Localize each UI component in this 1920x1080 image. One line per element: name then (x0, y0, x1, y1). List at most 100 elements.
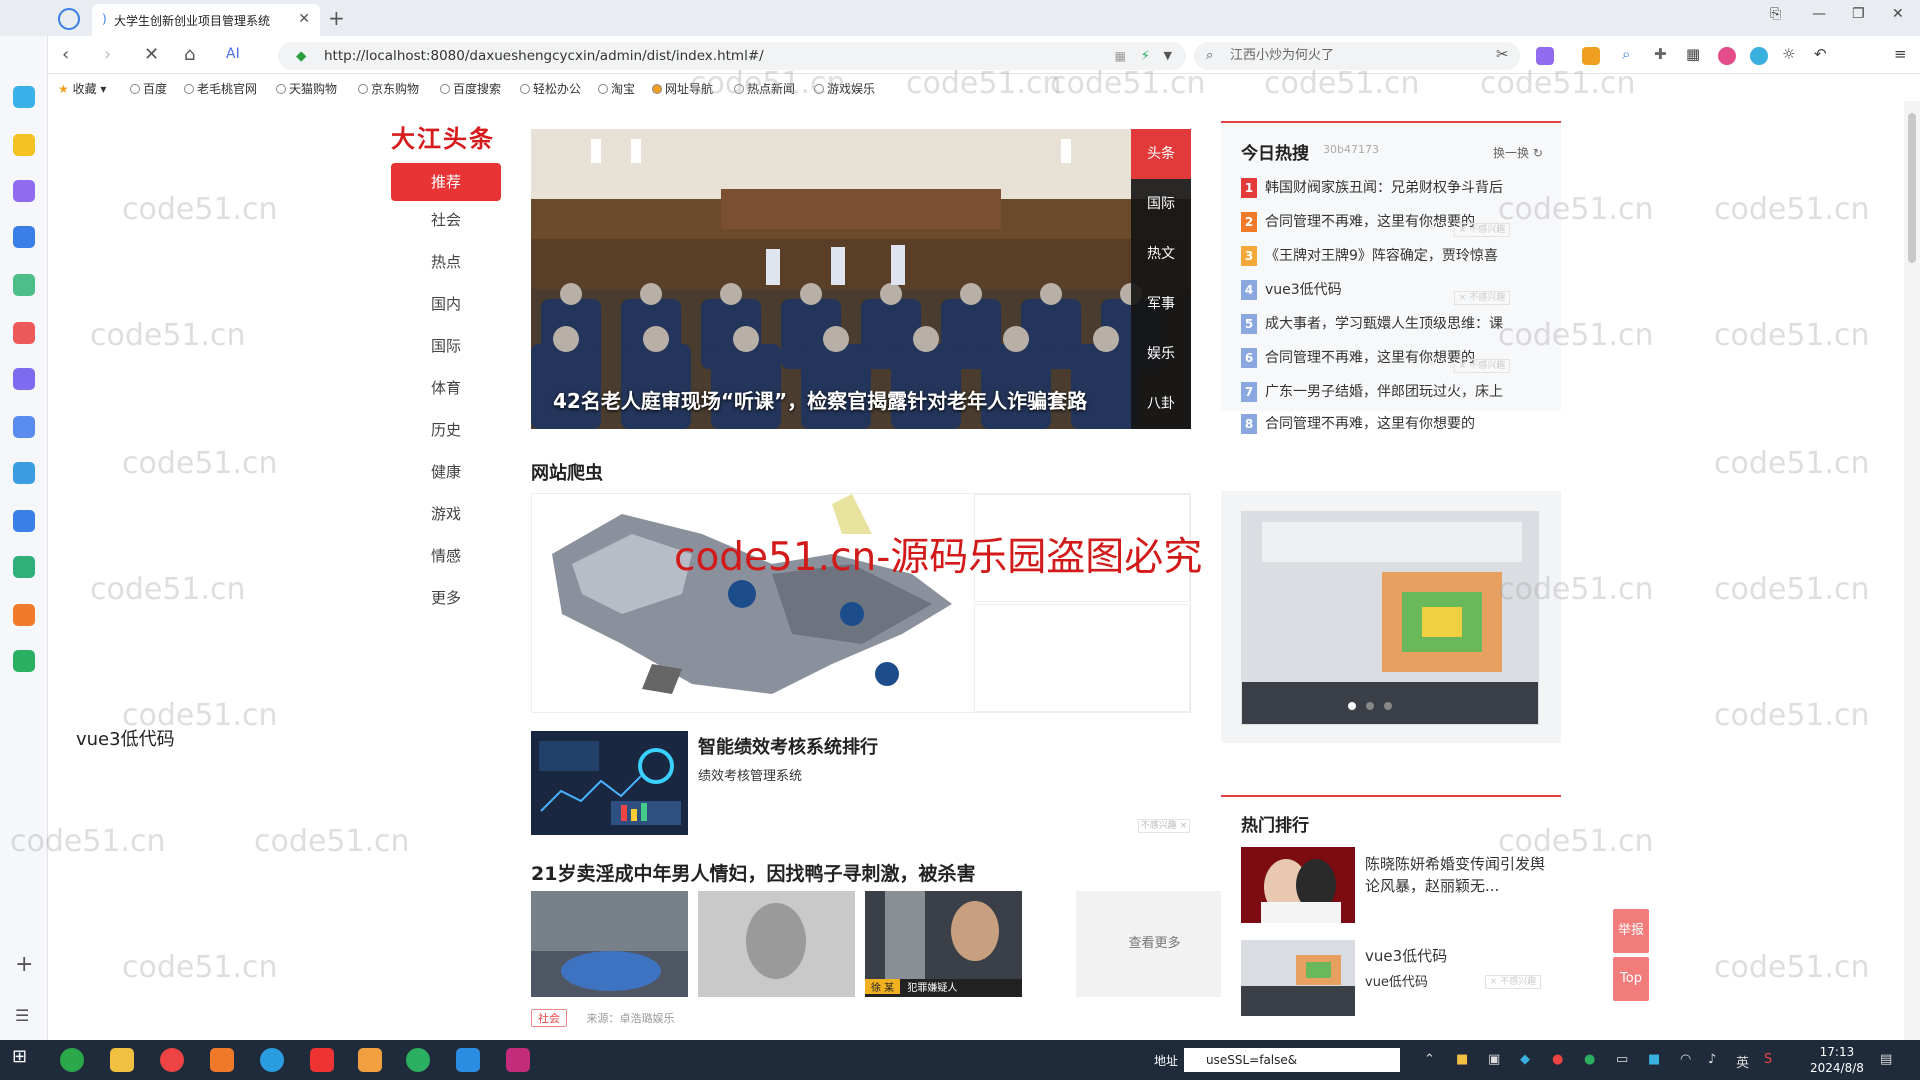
file-explorer-icon[interactable] (110, 1048, 134, 1072)
channel-sports[interactable]: 体育 (391, 369, 501, 407)
translate-icon[interactable] (13, 510, 35, 532)
shield-icon[interactable] (1582, 47, 1600, 65)
bookmark-item[interactable]: 轻松办公 (520, 80, 581, 97)
ranking-image[interactable] (1241, 847, 1355, 923)
tray-icon[interactable]: ◆ (1520, 1052, 1530, 1067)
chevron-up-icon[interactable]: ⌃ (1424, 1052, 1435, 1067)
windows-start-icon[interactable]: ⊞ (12, 1046, 36, 1070)
hot-item[interactable]: 1 韩国财阀家族丑闻：兄弟财权争斗背后 (1241, 177, 1551, 201)
close-window-icon[interactable]: ✕ (1892, 6, 1904, 22)
video-icon[interactable] (13, 368, 35, 390)
article-image[interactable] (698, 891, 855, 997)
pdf-icon[interactable] (13, 322, 35, 344)
bookmark-favorites[interactable]: ★ 收藏 ▾ (58, 80, 106, 97)
scrollbar-thumb[interactable] (1908, 113, 1916, 263)
volume-icon[interactable]: ♪ (1708, 1052, 1716, 1067)
refresh-button[interactable]: 换一换 ↻ (1493, 144, 1543, 161)
chevron-down-icon[interactable]: ▼ (1164, 42, 1172, 70)
image-icon[interactable] (13, 274, 35, 296)
bookmark-item[interactable]: 游戏娱乐 (814, 80, 875, 97)
clock[interactable]: 17:13 2024/8/8 (1810, 1044, 1864, 1076)
wifi-icon[interactable]: ◠ (1680, 1052, 1691, 1067)
weibo-icon[interactable] (13, 604, 35, 626)
address-input[interactable]: useSSL=false& (1184, 1048, 1400, 1072)
forward-icon[interactable]: › (104, 44, 111, 65)
brightness-icon[interactable]: ☼ (1782, 45, 1800, 63)
carousel-tab-international[interactable]: 国际 (1131, 179, 1191, 229)
ranking-image[interactable] (1241, 940, 1355, 1016)
edge-icon[interactable] (260, 1048, 284, 1072)
hot-item[interactable]: 8 合同管理不再难，这里有你想要的 (1241, 413, 1551, 437)
bookmark-item[interactable]: 百度搜索 (440, 80, 501, 97)
channel-society[interactable]: 社会 (391, 201, 501, 239)
ai-assistant-icon[interactable]: AI (226, 46, 240, 62)
channel-health[interactable]: 健康 (391, 453, 501, 491)
editor-icon[interactable] (456, 1048, 480, 1072)
channel-international[interactable]: 国际 (391, 327, 501, 365)
ai-writer-icon[interactable] (13, 226, 35, 248)
article-image[interactable]: 徐 某 犯罪嫌疑人 (865, 891, 1022, 997)
category-tag[interactable]: 社会 (531, 1009, 567, 1027)
wechat-tray-icon[interactable]: ● (1584, 1052, 1595, 1067)
ai-icon[interactable] (13, 180, 35, 202)
add-icon[interactable]: + (15, 952, 33, 977)
pin-icon[interactable]: ⎘ (1770, 6, 1781, 22)
reader-icon[interactable]: ▦ (1115, 42, 1126, 70)
puzzle-icon[interactable]: ✚ (1654, 45, 1672, 63)
hot-item[interactable]: 3 《王牌对王牌9》阵容确定，贾玲惊喜 (1241, 245, 1551, 269)
cut-icon[interactable]: ✂ (1496, 45, 1514, 63)
headline-carousel[interactable]: 42名老人庭审现场“听课”，检察官揭露针对老年人诈骗套路 (531, 129, 1191, 429)
dislike-button[interactable]: × 不感兴趣 (1454, 223, 1510, 237)
tray-icon[interactable]: ● (1552, 1052, 1563, 1067)
browser-tab[interactable]: ) 大学生创新创业项目管理系统 ✕ (92, 4, 320, 36)
channel-domestic[interactable]: 国内 (391, 285, 501, 323)
idea-icon[interactable] (506, 1048, 530, 1072)
sync-icon[interactable] (1750, 47, 1768, 65)
tray-icon[interactable]: ■ (1648, 1052, 1660, 1067)
bookmark-item[interactable]: 百度 (130, 80, 167, 97)
carousel-tab-military[interactable]: 军事 (1131, 279, 1191, 329)
extension-icon[interactable] (1536, 47, 1554, 65)
sidebar-app-icon[interactable] (13, 86, 35, 108)
bookmark-item[interactable]: 老毛桃官网 (184, 80, 257, 97)
chrome-icon[interactable] (160, 1048, 184, 1072)
undo-icon[interactable]: ↶ (1814, 45, 1832, 63)
wechat-icon[interactable] (406, 1048, 430, 1072)
hot-item[interactable]: 7 广东一男子结婚，伴郎团玩过火，床上 (1241, 381, 1551, 405)
bookmark-item[interactable]: 淘宝 (598, 80, 635, 97)
carousel-tab-gossip[interactable]: 八卦 (1131, 379, 1191, 429)
tray-icon[interactable]: ■ (1456, 1052, 1468, 1067)
gallery-cell[interactable] (974, 604, 1190, 712)
channel-games[interactable]: 游戏 (391, 495, 501, 533)
channel-more[interactable]: 更多 (391, 579, 501, 617)
bookmark-item[interactable]: 热点新闻 (734, 80, 795, 97)
dislike-button[interactable]: × 不感兴趣 (1454, 291, 1510, 305)
notification-icon[interactable]: ▤ (1880, 1052, 1892, 1067)
close-tab-icon[interactable]: ✕ (298, 11, 310, 27)
minimize-icon[interactable]: — (1812, 6, 1826, 22)
address-bar[interactable]: ◆ http://localhost:8080/daxueshengcycxin… (278, 42, 1186, 70)
bookmark-item[interactable]: 京东购物 (358, 80, 419, 97)
carousel-tab-headline[interactable]: 头条 (1131, 129, 1191, 179)
carousel-tab-hot-articles[interactable]: 热文 (1131, 229, 1191, 279)
dislike-button[interactable]: × 不感兴趣 (1454, 359, 1510, 373)
channel-hot[interactable]: 热点 (391, 243, 501, 281)
article-thumbnail[interactable] (531, 731, 688, 835)
home-icon[interactable]: ⌂ (184, 44, 195, 65)
back-to-top-button[interactable]: Top (1613, 957, 1649, 1001)
browser-taskbar-icon[interactable] (60, 1048, 84, 1072)
game-icon[interactable] (13, 556, 35, 578)
navigation-icon[interactable] (58, 8, 80, 30)
article-title[interactable]: 智能绩效考核系统排行 (698, 733, 878, 759)
ranking-item-title[interactable]: vue3低代码 (1365, 945, 1447, 966)
browser-menu-icon[interactable]: ≡ (1894, 45, 1912, 63)
restore-icon[interactable]: ❐ (1852, 6, 1865, 22)
channel-history[interactable]: 历史 (391, 411, 501, 449)
back-icon[interactable]: ‹ (62, 44, 69, 65)
stop-loading-icon[interactable]: ✕ (144, 44, 159, 65)
carousel-caption[interactable]: 42名老人庭审现场“听课”，检察官揭露针对老年人诈骗套路 (553, 385, 1087, 414)
bookmark-item[interactable]: 天猫购物 (276, 80, 337, 97)
carousel-tab-entertainment[interactable]: 娱乐 (1131, 329, 1191, 379)
lightning-icon[interactable]: ⚡ (1141, 42, 1150, 70)
favorites-star-icon[interactable] (13, 134, 35, 156)
